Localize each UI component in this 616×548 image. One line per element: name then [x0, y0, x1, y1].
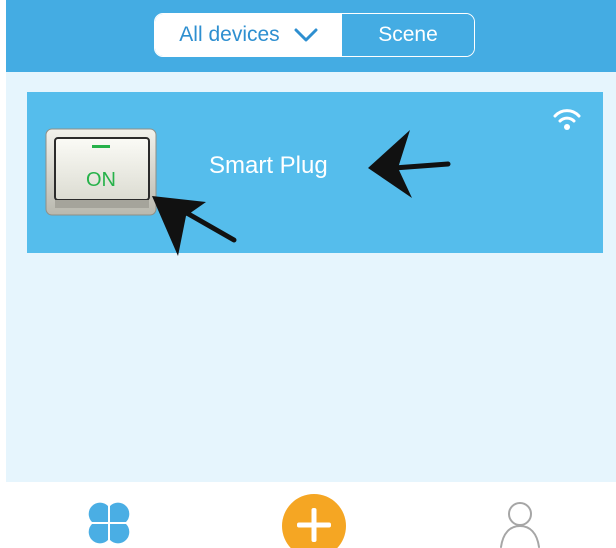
scene-label: Scene: [378, 23, 438, 46]
view-switcher: All devices Scene: [154, 13, 475, 57]
device-name: Smart Plug: [209, 152, 328, 179]
wifi-icon: [553, 109, 581, 130]
profile-icon[interactable]: [498, 498, 542, 548]
bottom-tab-bar: [0, 482, 616, 548]
all-devices-tab[interactable]: All devices: [155, 14, 342, 56]
top-bar: All devices Scene: [6, 0, 616, 72]
all-devices-label: All devices: [179, 23, 280, 46]
devices-grid-icon[interactable]: [86, 500, 132, 546]
scene-tab[interactable]: Scene: [342, 14, 474, 56]
add-icon[interactable]: [282, 494, 346, 548]
power-switch-button[interactable]: ON: [45, 128, 157, 216]
device-card-smart-plug[interactable]: ON Smart Plug: [27, 92, 603, 256]
annotation-arrow-switch: [152, 196, 237, 256]
app-screen: All devices Scene ON Smart Plug: [0, 0, 616, 548]
annotation-arrow-name: [368, 130, 451, 198]
device-list: ON Smart Plug: [6, 72, 616, 482]
switch-state-label: ON: [86, 169, 116, 191]
chevron-down-icon: [294, 28, 318, 42]
